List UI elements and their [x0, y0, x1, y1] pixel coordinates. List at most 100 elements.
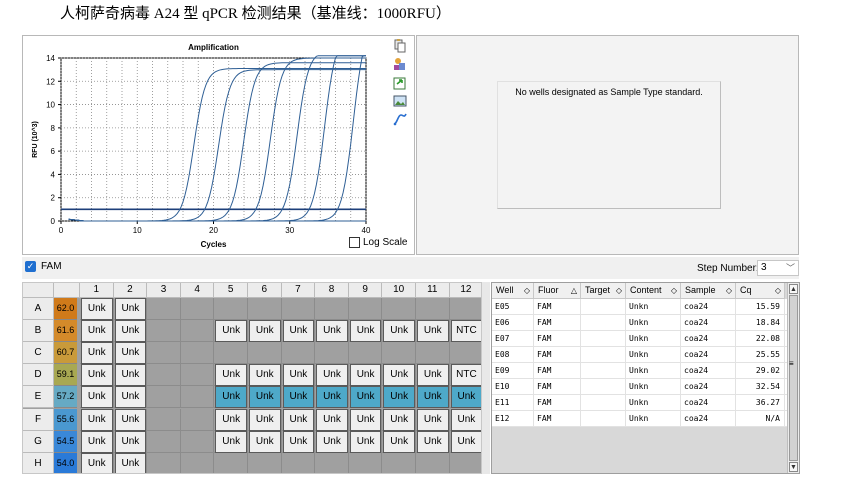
table-row[interactable]: E06 FAM Unkn coa24 18.84	[492, 315, 787, 331]
properties-icon[interactable]	[393, 57, 407, 71]
plate-cell[interactable]	[382, 452, 416, 473]
well-f7[interactable]: Unk	[282, 408, 315, 431]
plate-cell[interactable]	[248, 298, 282, 320]
well-f6[interactable]: Unk	[249, 408, 281, 431]
plate-cell[interactable]	[180, 386, 215, 409]
well-b2[interactable]: Unk	[114, 320, 147, 343]
scroll-down-icon[interactable]: ▼	[789, 462, 798, 472]
well-b8[interactable]: Unk	[316, 320, 348, 343]
copy-icon[interactable]	[393, 39, 407, 53]
plate-cell[interactable]	[281, 452, 316, 473]
plate-cell[interactable]	[214, 452, 248, 473]
sort-icon[interactable]: ◇	[671, 283, 677, 298]
sort-icon[interactable]: ◇	[524, 283, 530, 298]
plate-cell[interactable]	[147, 386, 181, 409]
well-d6[interactable]: Unk	[249, 364, 281, 387]
column-header-target[interactable]: Target ◇	[581, 283, 626, 299]
sort-icon[interactable]: △	[571, 283, 577, 298]
plate-cell[interactable]	[180, 298, 215, 320]
table-row[interactable]: E11 FAM Unkn coa24 36.27	[492, 395, 787, 411]
well-d10[interactable]: Unk	[383, 364, 415, 387]
column-header-cq[interactable]: Cq ◇	[736, 283, 785, 299]
plate-column-header[interactable]: 9	[348, 283, 383, 298]
plate-cell[interactable]	[315, 342, 349, 365]
well-d7[interactable]: Unk	[282, 364, 315, 387]
well-b11[interactable]: Unk	[417, 320, 449, 343]
fam-checkbox[interactable]: ✓	[25, 261, 36, 272]
table-row[interactable]: E05 FAM Unkn coa24 15.59	[492, 299, 787, 315]
table-row[interactable]: E10 FAM Unkn coa24 32.54	[492, 379, 787, 395]
well-g1[interactable]: Unk	[81, 430, 113, 453]
well-c1[interactable]: Unk	[81, 342, 113, 365]
well-g8[interactable]: Unk	[316, 430, 348, 453]
table-row[interactable]: E07 FAM Unkn coa24 22.08	[492, 331, 787, 347]
plate-cell[interactable]	[214, 342, 248, 365]
well-b1[interactable]: Unk	[81, 320, 113, 343]
well-b7[interactable]: Unk	[282, 320, 315, 343]
well-d12[interactable]: NTC	[450, 364, 481, 387]
image-icon[interactable]	[393, 94, 407, 108]
well-g7[interactable]: Unk	[282, 430, 315, 453]
plate-cell[interactable]	[147, 452, 181, 473]
scroll-up-icon[interactable]: ▲	[789, 284, 798, 294]
plate-column-header[interactable]: 8	[315, 283, 349, 298]
well-e8[interactable]: Unk	[316, 386, 348, 409]
plate-column-header[interactable]: 7	[281, 283, 316, 298]
well-h2[interactable]: Unk	[114, 452, 147, 473]
plate-row-header[interactable]: H	[23, 452, 54, 473]
plate-cell[interactable]	[348, 452, 383, 473]
sort-icon[interactable]: ◇	[726, 283, 732, 298]
table-row[interactable]: E09 FAM Unkn coa24 29.02	[492, 363, 787, 379]
plate-row-header[interactable]: D	[23, 364, 54, 387]
plate-cell[interactable]	[449, 298, 481, 320]
plate-row-header[interactable]: G	[23, 430, 54, 453]
well-g11[interactable]: Unk	[417, 430, 449, 453]
well-d1[interactable]: Unk	[81, 364, 113, 387]
column-header-well[interactable]: Well ◇	[492, 283, 534, 299]
scroll-thumb[interactable]	[789, 295, 798, 461]
well-e6[interactable]: Unk	[249, 386, 281, 409]
well-g10[interactable]: Unk	[383, 430, 415, 453]
well-d2[interactable]: Unk	[114, 364, 147, 387]
plate-cell[interactable]	[180, 342, 215, 365]
well-g9[interactable]: Unk	[349, 430, 382, 453]
well-e1[interactable]: Unk	[81, 386, 113, 409]
well-e5[interactable]: Unk	[215, 386, 247, 409]
well-e9[interactable]: Unk	[349, 386, 382, 409]
well-f9[interactable]: Unk	[349, 408, 382, 431]
plate-cell[interactable]	[315, 298, 349, 320]
well-g5[interactable]: Unk	[215, 430, 247, 453]
well-f5[interactable]: Unk	[215, 408, 247, 431]
plate-column-header[interactable]: 5	[214, 283, 248, 298]
plate-cell[interactable]	[180, 408, 215, 431]
curve-icon[interactable]	[393, 112, 407, 126]
well-b10[interactable]: Unk	[383, 320, 415, 343]
plate-cell[interactable]	[147, 364, 181, 387]
well-b9[interactable]: Unk	[349, 320, 382, 343]
plate-cell[interactable]	[281, 298, 316, 320]
plate-cell[interactable]	[147, 430, 181, 453]
plate-cell[interactable]	[382, 342, 416, 365]
plate-cell[interactable]	[248, 452, 282, 473]
well-d9[interactable]: Unk	[349, 364, 382, 387]
log-scale-checkbox[interactable]	[349, 237, 360, 248]
well-g6[interactable]: Unk	[249, 430, 281, 453]
export-icon[interactable]	[393, 76, 407, 90]
plate-cell[interactable]	[382, 298, 416, 320]
plate-cell[interactable]	[147, 320, 181, 343]
well-e12[interactable]: Unk	[450, 386, 481, 409]
plate-column-header[interactable]: 3	[147, 283, 181, 298]
well-f10[interactable]: Unk	[383, 408, 415, 431]
plate-cell[interactable]	[348, 298, 383, 320]
plate-cell[interactable]	[248, 342, 282, 365]
plate-row-header[interactable]: F	[23, 408, 54, 431]
well-f12[interactable]: Unk	[450, 408, 481, 431]
plate-cell[interactable]	[147, 408, 181, 431]
well-e11[interactable]: Unk	[417, 386, 449, 409]
plate-column-header[interactable]: 12	[449, 283, 481, 298]
plate-column-header[interactable]: 4	[180, 283, 215, 298]
column-header-sample[interactable]: Sample ◇	[681, 283, 736, 299]
plate-column-header[interactable]: 2	[113, 283, 148, 298]
well-d5[interactable]: Unk	[215, 364, 247, 387]
well-g12[interactable]: Unk	[450, 430, 481, 453]
